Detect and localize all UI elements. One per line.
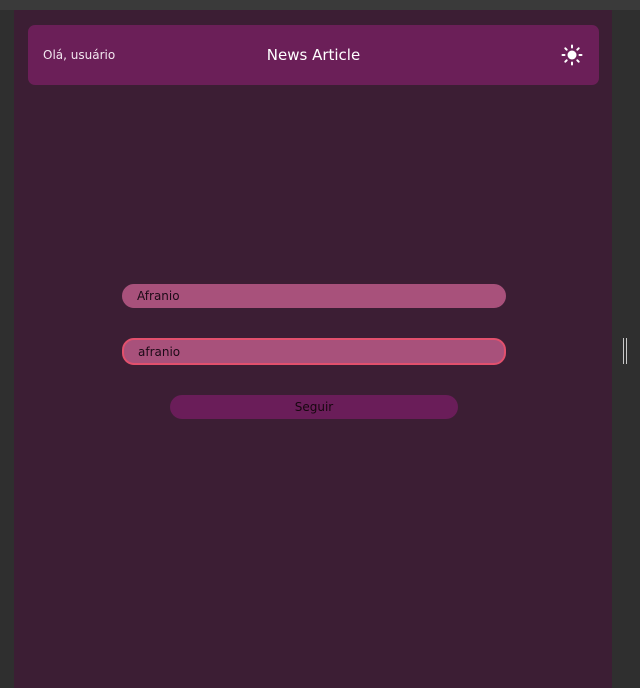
follow-button[interactable]: Seguir bbox=[170, 395, 458, 419]
username-input[interactable] bbox=[122, 338, 506, 365]
app-header: Olá, usuário News Article bbox=[28, 25, 599, 85]
name-input[interactable] bbox=[122, 284, 506, 308]
app-container: Olá, usuário News Article Afranio afrani… bbox=[14, 10, 612, 688]
page-title: News Article bbox=[266, 46, 361, 64]
sun-icon[interactable] bbox=[561, 44, 583, 66]
window-frame: Olá, usuário News Article Afranio afrani… bbox=[0, 0, 640, 688]
window-top-strip bbox=[0, 0, 640, 10]
splitter-handle[interactable] bbox=[622, 338, 628, 364]
